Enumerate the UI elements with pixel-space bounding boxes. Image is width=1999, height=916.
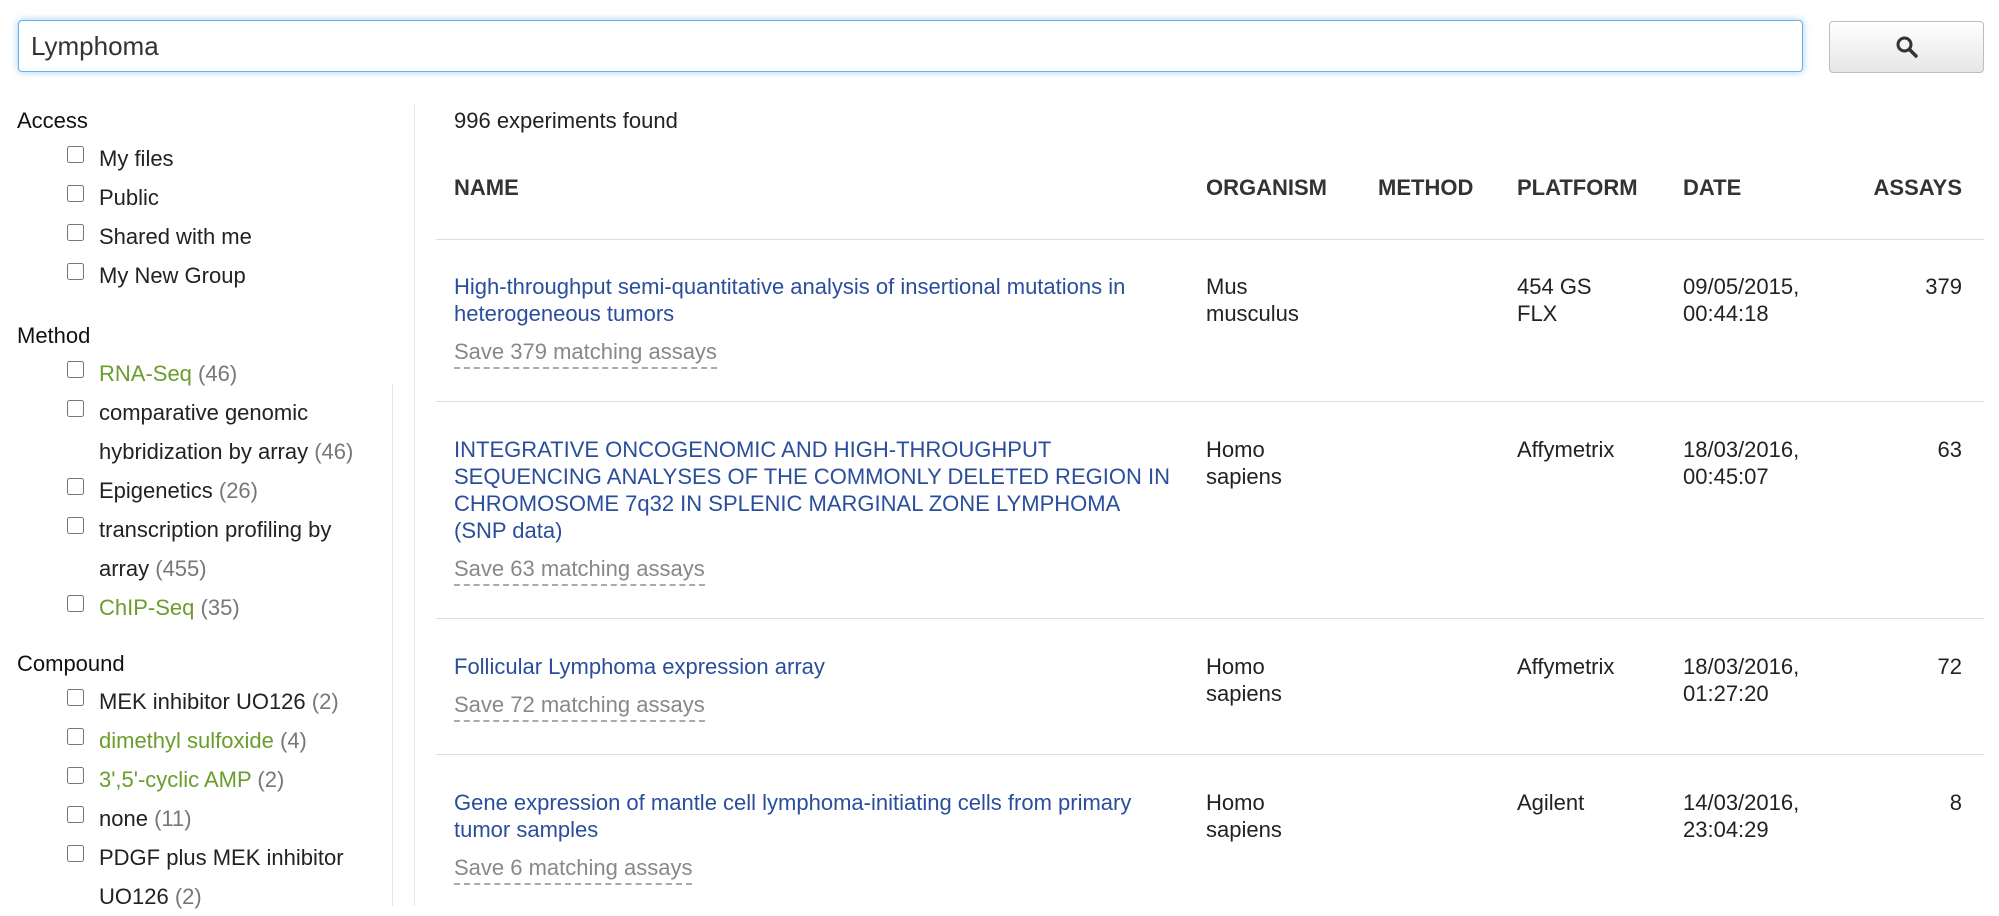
checkbox[interactable] <box>67 146 84 163</box>
save-assays-link[interactable]: Save 6 matching assays <box>454 854 693 885</box>
organism-cell: Homo sapiens <box>1206 654 1282 706</box>
organism-cell: Mus musculus <box>1206 274 1299 326</box>
facet-item-epigenetics[interactable]: Epigenetics (26) <box>67 471 377 510</box>
results-count: 996 experiments found <box>454 108 678 133</box>
column-header-organism[interactable]: ORGANISM <box>1206 175 1327 201</box>
facet-count: (35) <box>200 595 240 620</box>
date-cell: 09/05/2015, 00:44:18 <box>1683 274 1800 326</box>
facet-count: (4) <box>280 728 307 753</box>
assays-cell: 63 <box>1937 437 1962 462</box>
facet-item-rna-seq[interactable]: RNA-Seq (46) <box>67 354 377 393</box>
facet-item-mek-inhibitor[interactable]: MEK inhibitor UO126 (2) <box>67 682 377 721</box>
facet-item-public[interactable]: Public <box>67 178 377 217</box>
platform-cell: Agilent <box>1517 790 1585 815</box>
checkbox[interactable] <box>67 845 84 862</box>
checkbox[interactable] <box>67 595 84 612</box>
facet-count: (2) <box>174 884 202 909</box>
organism-cell: Homo sapiens <box>1206 790 1282 842</box>
checkbox[interactable] <box>67 400 84 417</box>
facet-count: (46) <box>198 361 238 386</box>
facet-label: RNA-Seq <box>99 361 192 386</box>
date-cell: 18/03/2016, 00:45:07 <box>1683 437 1800 489</box>
checkbox[interactable] <box>67 185 84 202</box>
row-divider <box>436 401 1984 402</box>
checkbox[interactable] <box>67 361 84 378</box>
organism-cell: Homo sapiens <box>1206 437 1282 489</box>
search-button[interactable] <box>1829 21 1984 73</box>
facet-label: dimethyl sulfoxide <box>99 728 274 753</box>
search-icon <box>1896 36 1918 58</box>
facet-count: (46) <box>314 439 354 464</box>
facet-count: (26) <box>218 478 258 503</box>
column-header-method[interactable]: METHOD <box>1378 175 1473 201</box>
date-cell: 18/03/2016, 01:27:20 <box>1683 654 1800 706</box>
facet-label: PDGF plus MEK inhibitor UO126 <box>99 845 344 909</box>
checkbox[interactable] <box>67 728 84 745</box>
facet-item-pdgf-mek[interactable]: PDGF plus MEK inhibitor UO126 (2) <box>67 838 377 916</box>
experiment-title-link[interactable]: Gene expression of mantle cell lymphoma-… <box>454 789 1176 843</box>
platform-cell: Affymetrix <box>1517 437 1615 462</box>
column-header-platform[interactable]: PLATFORM <box>1517 175 1638 201</box>
facet-label: My New Group <box>99 263 246 288</box>
facet-item-dimethyl-sulfoxide[interactable]: dimethyl sulfoxide (4) <box>67 721 377 760</box>
column-header-date[interactable]: DATE <box>1683 175 1741 201</box>
save-assays-link[interactable]: Save 379 matching assays <box>454 338 717 369</box>
facet-item-shared-with-me[interactable]: Shared with me <box>67 217 377 256</box>
checkbox[interactable] <box>67 806 84 823</box>
facet-count: (2) <box>311 689 339 714</box>
facet-item-my-new-group[interactable]: My New Group <box>67 256 377 295</box>
checkbox[interactable] <box>67 689 84 706</box>
assays-cell: 8 <box>1949 790 1962 815</box>
facet-label: My files <box>99 146 174 171</box>
platform-cell: Affymetrix <box>1517 654 1615 679</box>
row-divider <box>436 239 1984 240</box>
save-assays-link[interactable]: Save 63 matching assays <box>454 555 705 586</box>
facet-item-chip-seq[interactable]: ChIP-Seq (35) <box>67 588 377 627</box>
method-facet-divider <box>392 384 393 906</box>
facet-label: MEK inhibitor UO126 <box>99 689 306 714</box>
assays-cell: 72 <box>1937 654 1962 679</box>
facet-heading-access: Access <box>17 108 88 133</box>
checkbox[interactable] <box>67 224 84 241</box>
facet-label: 3',5'-cyclic AMP <box>99 767 252 792</box>
experiment-title-link[interactable]: High-throughput semi-quantitative analys… <box>454 273 1176 327</box>
facet-label: comparative genomic hybridization by arr… <box>99 400 309 464</box>
experiment-title-link[interactable]: Follicular Lymphoma expression array <box>454 653 1176 680</box>
column-header-name[interactable]: NAME <box>454 175 519 201</box>
checkbox[interactable] <box>67 767 84 784</box>
date-cell: 14/03/2016, 23:04:29 <box>1683 790 1800 842</box>
facet-label: Public <box>99 185 159 210</box>
facet-label: Shared with me <box>99 224 252 249</box>
facet-heading-method: Method <box>17 323 91 348</box>
facet-count: (11) <box>154 806 192 831</box>
facet-item-my-files[interactable]: My files <box>67 139 377 178</box>
checkbox[interactable] <box>67 478 84 495</box>
column-header-assays[interactable]: ASSAYS <box>1866 175 1962 201</box>
row-divider <box>436 754 1984 755</box>
search-input[interactable] <box>18 20 1803 72</box>
facet-item-cyclic-amp[interactable]: 3',5'-cyclic AMP (2) <box>67 760 377 799</box>
sidebar-divider <box>414 104 415 906</box>
experiment-title-link[interactable]: INTEGRATIVE ONCOGENOMIC AND HIGH-THROUGH… <box>454 436 1176 544</box>
facet-label: Epigenetics <box>99 478 213 503</box>
facet-label: none <box>99 806 148 831</box>
facet-count: (2) <box>257 767 285 792</box>
assays-cell: 379 <box>1925 274 1962 299</box>
checkbox[interactable] <box>67 517 84 534</box>
platform-cell: 454 GS FLX <box>1517 274 1592 326</box>
facet-heading-compound: Compound <box>17 651 125 676</box>
save-assays-link[interactable]: Save 72 matching assays <box>454 691 705 722</box>
facet-label: ChIP-Seq <box>99 595 195 620</box>
row-divider <box>436 618 1984 619</box>
facet-item-none[interactable]: none (11) <box>67 799 377 838</box>
facet-item-transcription-profiling[interactable]: transcription profiling by array (455) <box>67 510 377 588</box>
facet-item-cgh-array[interactable]: comparative genomic hybridization by arr… <box>67 393 377 471</box>
facet-count: (455) <box>155 556 207 581</box>
checkbox[interactable] <box>67 263 84 280</box>
facet-label: transcription profiling by array <box>99 517 332 581</box>
